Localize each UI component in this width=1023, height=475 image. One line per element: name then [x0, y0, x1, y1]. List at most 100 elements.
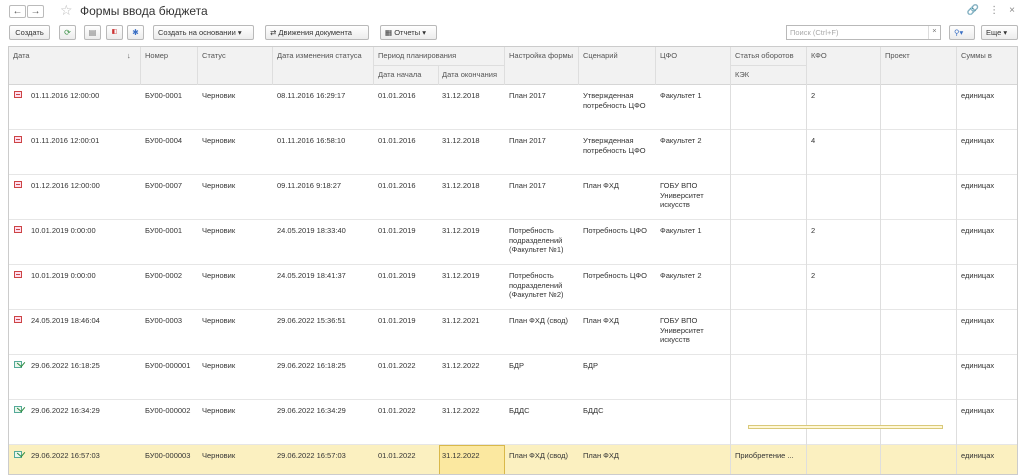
movements-icon: ⇄ [270, 28, 277, 37]
forward-arrow-icon[interactable]: → [27, 5, 44, 18]
cell-cfo: Факультет 1 [660, 91, 702, 100]
chevron-down-icon: ▾ [237, 28, 242, 37]
sort-down-icon[interactable]: ↓ [127, 51, 131, 60]
close-icon[interactable]: × [1009, 5, 1015, 17]
col-period-end[interactable]: Дата окончания [438, 66, 501, 83]
table-row[interactable]: 29.06.2022 16:34:29 БУ00-000002 Черновик 29… [9, 400, 1017, 445]
col-cfo[interactable]: ЦФО [656, 47, 681, 64]
cell-number: БУ00-000001 [145, 361, 191, 370]
cell-start: 01.01.2022 [378, 361, 416, 370]
col-period[interactable]: Период планирования [374, 47, 460, 64]
turnover-divider [731, 65, 807, 66]
col-separator [806, 47, 807, 474]
list-icon[interactable]: ▤ [84, 25, 101, 40]
cell-amounts: единицах [961, 406, 995, 415]
cell-amounts: единицах [961, 91, 995, 100]
cell-date: 01.11.2016 12:00:01 [31, 136, 100, 145]
movements-label: Движения документа [278, 28, 352, 37]
col-number[interactable]: Номер [141, 47, 172, 64]
table-row[interactable]: 01.11.2016 12:00:00 БУ00-0001 Черновик 08.1… [9, 85, 1017, 130]
cell-end: 31.12.2021 [442, 316, 480, 325]
more-dropdown[interactable]: Еще ▾ [981, 25, 1018, 40]
cell-changed: 24.05.2019 18:41:37 [277, 271, 346, 280]
cell-number: БУ00-0004 [145, 136, 183, 145]
document-draft-icon [14, 91, 22, 98]
search-button[interactable]: ⚲▾ [949, 25, 975, 40]
search-input[interactable]: Поиск (Ctrl+F) × [786, 25, 941, 40]
document-draft-icon [14, 316, 22, 323]
cell-scenario: Утвержденная потребность ЦФО [583, 91, 646, 110]
cell-end: 31.12.2018 [442, 181, 480, 190]
cell-date: 24.05.2019 18:46:04 [31, 316, 100, 325]
col-separator [880, 47, 881, 474]
col-separator [272, 47, 273, 85]
documents-table: Дата ↓ Номер Статус Дата изменения стату… [8, 46, 1018, 475]
col-kek[interactable]: КЭК [731, 66, 753, 83]
table-row[interactable]: 29.06.2022 16:18:25 БУ00-000001 Черновик 29… [9, 355, 1017, 400]
cell-scenario: БДР [583, 361, 599, 370]
chevron-down-icon: ▾ [422, 28, 426, 37]
document-movements-button[interactable]: ⇄ Движения документа [265, 25, 369, 40]
cell-kfo: 2 [811, 226, 816, 235]
cell-start: 01.01.2022 [378, 406, 416, 415]
create-button[interactable]: Создать [9, 25, 50, 40]
col-separator [140, 47, 141, 85]
cell-form: План 2017 [509, 181, 546, 190]
tooltip [748, 425, 943, 429]
cell-number: БУ00-0003 [145, 316, 183, 325]
col-amounts[interactable]: Суммы в [957, 47, 996, 64]
cell-scenario: План ФХД [583, 451, 619, 460]
col-status-changed[interactable]: Дата изменения статуса [273, 47, 366, 64]
col-period-start[interactable]: Дата начала [374, 66, 425, 83]
cell-number: БУ00-0001 [145, 91, 183, 100]
search-placeholder: Поиск (Ctrl+F) [790, 28, 839, 37]
refresh-icon[interactable]: ⟳ [59, 25, 76, 40]
cell-start: 01.01.2022 [378, 451, 416, 460]
cell-status: Черновик [202, 91, 236, 100]
col-project[interactable]: Проект [881, 47, 914, 64]
link-icon[interactable]: 🔗 [967, 5, 979, 17]
table-row[interactable]: 01.11.2016 12:00:01 БУ00-0004 Черновик 01.1… [9, 130, 1017, 175]
cell-end: 31.12.2022 [442, 361, 480, 370]
cell-item: Приобретение ... [735, 451, 794, 460]
col-kfo[interactable]: КФО [807, 47, 831, 64]
cell-status: Черновик [202, 226, 236, 235]
cell-changed: 29.06.2022 16:18:25 [277, 361, 346, 370]
col-date[interactable]: Дата [9, 47, 34, 64]
cell-end: 31.12.2019 [442, 226, 480, 235]
table-row[interactable]: 10.01.2019 0:00:00 БУ00-0001 Черновик 24.05… [9, 220, 1017, 265]
favorite-star-icon[interactable]: ☆ [60, 3, 73, 17]
create-based-on-dropdown[interactable]: Создать на основании ▾ [153, 25, 254, 40]
col-form-setting[interactable]: Настройка формы [505, 47, 577, 64]
more-vertical-icon[interactable]: ⋮ [989, 5, 999, 17]
toolbar: Создать ⟳ ▤ ◧ ✱ Создать на основании ▾ ⇄… [0, 25, 1023, 42]
col-separator [504, 47, 505, 85]
col-turnover-item[interactable]: Статья оборотов [731, 47, 798, 64]
table-row[interactable]: 24.05.2019 18:46:04 БУ00-0003 Черновик 29.0… [9, 310, 1017, 355]
table-row[interactable]: 29.06.2022 16:57:03 БУ00-000003 Черновик 29… [9, 445, 1017, 474]
cell-start: 01.01.2019 [378, 226, 416, 235]
cell-scenario: План ФХД [583, 316, 619, 325]
cell-amounts: единицах [961, 271, 995, 280]
reports-dropdown[interactable]: ▦ Отчеты ▾ [380, 25, 437, 40]
table-row[interactable]: 10.01.2019 0:00:00 БУ00-0002 Черновик 24.05… [9, 265, 1017, 310]
col-separator [197, 47, 198, 85]
cell-form: Потребность подразделений (Факультет №2) [509, 271, 564, 299]
clear-icon[interactable]: × [928, 26, 940, 39]
cell-end: 31.12.2018 [442, 136, 480, 145]
cell-kfo: 4 [811, 136, 816, 145]
col-status[interactable]: Статус [198, 47, 230, 64]
cell-status: Черновик [202, 271, 236, 280]
back-arrow-icon[interactable]: ← [9, 5, 26, 18]
cell-changed: 08.11.2016 16:29:17 [277, 91, 346, 100]
filter-icon[interactable]: ◧ [106, 25, 123, 40]
document-draft-icon [14, 181, 22, 188]
col-scenario[interactable]: Сценарий [579, 47, 622, 64]
col-separator [655, 47, 656, 85]
cell-date: 29.06.2022 16:34:29 [31, 406, 100, 415]
table-row[interactable]: 01.12.2016 12:00:00 БУ00-0007 Черновик 09.1… [9, 175, 1017, 220]
cell-date: 01.12.2016 12:00:00 [31, 181, 100, 190]
settings-icon[interactable]: ✱ [127, 25, 144, 40]
cell-status: Черновик [202, 406, 236, 415]
page-title: Формы ввода бюджета [80, 4, 208, 18]
